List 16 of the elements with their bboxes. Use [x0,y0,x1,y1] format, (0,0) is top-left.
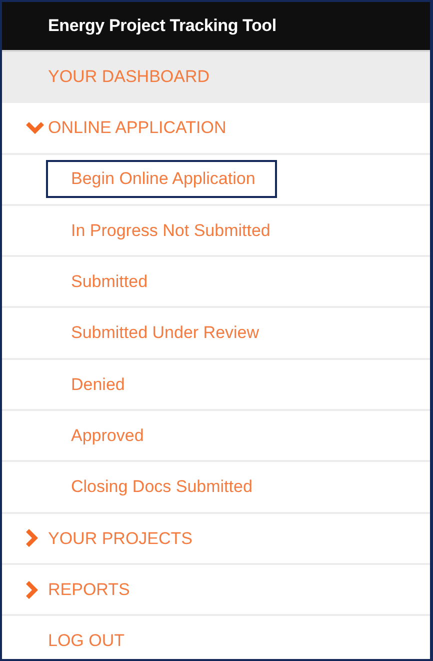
menu-link[interactable]: REPORTS [48,572,130,606]
submenu-link[interactable]: Closing Docs Submitted [46,468,274,506]
submenu-link[interactable]: In Progress Not Submitted [46,212,292,250]
menu-link[interactable]: LOG OUT [48,624,125,658]
submenu-link[interactable]: Approved [46,416,166,454]
menu-link[interactable]: YOUR DASHBOARD [48,60,210,94]
chevron-right-icon[interactable] [26,580,38,599]
submenu-link[interactable]: Begin Online Application [46,160,278,198]
chevron-right-icon[interactable] [26,529,38,548]
submenu-link[interactable]: Denied [46,366,147,404]
chevron-down-icon[interactable] [26,122,44,134]
menu-link[interactable]: YOUR PROJECTS [48,522,193,556]
submenu-link[interactable]: Submitted [46,263,170,301]
submenu-link[interactable]: Submitted Under Review [46,314,282,352]
app-title: Energy Project Tracking Tool [48,15,276,38]
menu-link[interactable]: ONLINE APPLICATION [48,111,226,145]
